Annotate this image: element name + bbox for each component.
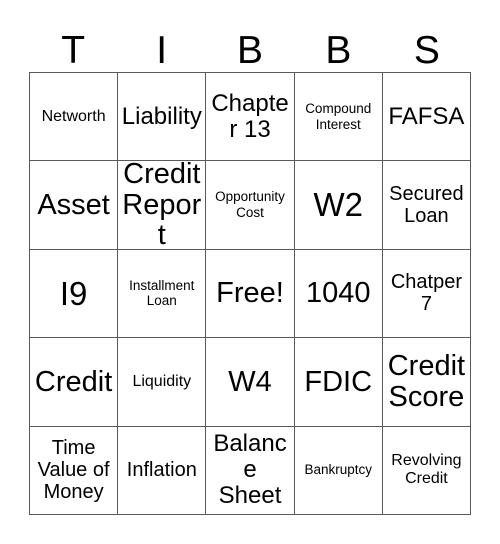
bingo-cell-r2c3[interactable]: Opportunity Cost xyxy=(206,161,295,250)
bingo-cell-label: Credit Report xyxy=(122,161,202,250)
bingo-row-1: Networth Liability Chapter 13 Compound I… xyxy=(30,73,472,162)
bingo-cell-label: Credit Score xyxy=(387,350,466,413)
bingo-row-4: Credit Liquidity W4 FDIC Credit Score xyxy=(30,338,472,427)
bingo-cell-r5c4[interactable]: Bankruptcy xyxy=(294,426,383,515)
bingo-cell-r4c4[interactable]: FDIC xyxy=(294,338,383,427)
bingo-grid: Networth Liability Chapter 13 Compound I… xyxy=(29,72,472,515)
bingo-cell-label: Liability xyxy=(121,102,202,130)
bingo-cell-label: Networth xyxy=(41,107,106,125)
bingo-cell-r1c3[interactable]: Chapter 13 xyxy=(206,73,295,162)
bingo-cell-r1c1[interactable]: Networth xyxy=(30,73,119,162)
bingo-row-5: Time Value of Money Inflation Balance Sh… xyxy=(30,426,472,515)
bingo-cell-label: Free! xyxy=(216,277,284,310)
bingo-cell-label: Chatper 7 xyxy=(390,271,462,316)
bingo-cell-r4c3[interactable]: W4 xyxy=(206,338,295,427)
bingo-cell-r3c2[interactable]: Installment Loan xyxy=(118,249,207,339)
bingo-cell-r1c4[interactable]: Compound Interest xyxy=(294,73,383,162)
bingo-header-letter-5: S xyxy=(413,29,440,72)
bingo-cell-label: Inflation xyxy=(126,459,197,482)
bingo-header-letter-1: T xyxy=(61,29,86,72)
bingo-cell-label: Credit xyxy=(34,365,113,398)
bingo-cell-label: Installment Loan xyxy=(129,277,195,309)
bingo-cell-label: Time Value of Money xyxy=(37,436,110,504)
bingo-cell-r3c1[interactable]: I9 xyxy=(30,249,119,339)
bingo-cell-r5c2[interactable]: Inflation xyxy=(118,426,207,515)
bingo-header-row: T I B B S xyxy=(29,14,471,72)
bingo-cell-r1c5[interactable]: FAFSA xyxy=(382,73,472,162)
bingo-cell-r2c5[interactable]: Secured Loan xyxy=(382,161,472,250)
bingo-cell-label: Asset xyxy=(37,188,110,221)
bingo-cell-r3c4[interactable]: 1040 xyxy=(294,249,383,339)
bingo-cell-label: Secured Loan xyxy=(389,182,464,228)
bingo-cell-label: W4 xyxy=(228,365,272,398)
bingo-cell-free[interactable]: Free! xyxy=(206,249,295,339)
bingo-cell-label: Liquidity xyxy=(132,372,192,390)
bingo-cell-label: Bankruptcy xyxy=(304,462,372,478)
bingo-cell-label: FDIC xyxy=(304,365,373,398)
bingo-cell-r2c4[interactable]: W2 xyxy=(294,161,383,250)
bingo-cell-r4c2[interactable]: Liquidity xyxy=(118,338,207,427)
bingo-cell-r2c1[interactable]: Asset xyxy=(30,161,119,250)
bingo-cell-r5c1[interactable]: Time Value of Money xyxy=(30,426,119,515)
bingo-row-2: Asset Credit Report Opportunity Cost W2 … xyxy=(30,161,472,250)
bingo-cell-label: Revolving Credit xyxy=(391,452,462,488)
bingo-cell-r4c5[interactable]: Credit Score xyxy=(382,338,472,427)
bingo-cell-label: 1040 xyxy=(305,277,371,310)
bingo-cell-r3c5[interactable]: Chatper 7 xyxy=(382,249,472,339)
bingo-card: T I B B S Networth Liability Chapter 13 … xyxy=(29,14,472,515)
bingo-cell-label: Chapter 13 xyxy=(211,89,289,143)
bingo-header-letter-2: I xyxy=(156,29,168,72)
bingo-header-letter-3: B xyxy=(237,29,264,72)
bingo-cell-r4c1[interactable]: Credit xyxy=(30,338,119,427)
bingo-cell-label: I9 xyxy=(59,274,88,312)
bingo-cell-label: Compound Interest xyxy=(305,100,372,132)
bingo-cell-r2c2[interactable]: Credit Report xyxy=(118,161,207,250)
bingo-cell-r1c2[interactable]: Liability xyxy=(118,73,207,162)
bingo-row-3: I9 Installment Loan Free! 1040 Chatper 7 xyxy=(30,249,472,339)
bingo-cell-r5c5[interactable]: Revolving Credit xyxy=(382,426,472,515)
bingo-cell-label: Opportunity Cost xyxy=(215,189,285,221)
bingo-cell-label: Balance Sheet xyxy=(213,430,287,510)
bingo-cell-r5c3[interactable]: Balance Sheet xyxy=(206,426,295,515)
bingo-cell-label: FAFSA xyxy=(388,102,465,130)
bingo-cell-label: W2 xyxy=(313,186,363,224)
bingo-header-letter-4: B xyxy=(325,29,352,72)
